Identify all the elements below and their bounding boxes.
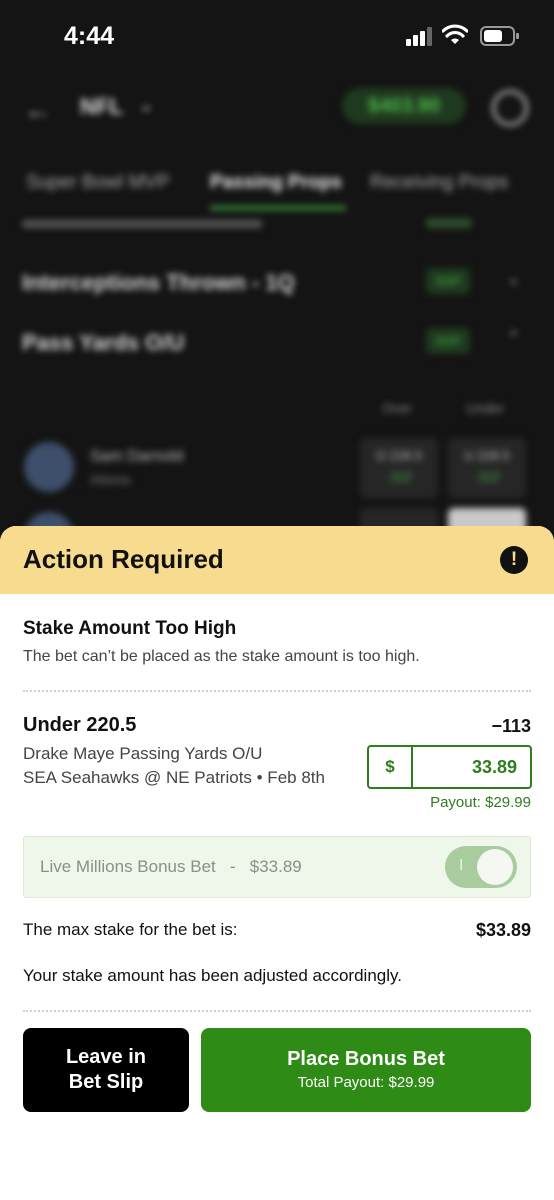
active-tab-underline <box>210 206 346 210</box>
stake-field[interactable]: $ <box>367 745 532 789</box>
market-title: Interceptions Thrown - 1Q <box>22 270 295 295</box>
tab-passing-props[interactable]: Passing Props <box>210 172 342 194</box>
leave-button-line2: Bet Slip <box>68 1071 144 1093</box>
column-header-over: Over <box>382 400 413 416</box>
bet-event: SEA Seahawks @ NE Patriots • Feb 8th <box>23 768 325 787</box>
error-title: Stake Amount Too High <box>23 618 237 639</box>
place-button-label: Place Bonus Bet <box>287 1048 445 1070</box>
over-odds-button[interactable]: O 228.5 -112 <box>360 438 438 498</box>
column-header-under: Under <box>466 400 505 416</box>
player-row: Sam Darnold Atlanta O 228.5 -112 U 228.5… <box>0 434 554 504</box>
sheet-title: Action Required <box>23 544 224 574</box>
place-bonus-bet-button[interactable]: Place Bonus Bet Total Payout: $29.99 <box>201 1028 531 1112</box>
market-row[interactable]: Interceptions Thrown - 1Q SGP ⌄ <box>0 260 554 308</box>
sgp-badge: SGP <box>426 328 470 354</box>
stake-input[interactable] <box>413 747 517 787</box>
background-app: 4:44 ← NFL ⌄ $403.90 Super Bowl MVP Pass… <box>0 0 554 560</box>
bonus-bet-toggle[interactable]: I <box>445 846 517 888</box>
divider <box>23 690 531 692</box>
bet-selection: Under 220.5 <box>23 714 137 736</box>
action-required-sheet: Action Required ! Stake Amount Too High … <box>0 526 554 1200</box>
market-title: Pass Yards O/U <box>22 330 185 355</box>
battery-icon <box>480 26 519 46</box>
chevron-up-icon: ⌃ <box>506 328 522 348</box>
tab-super-bowl-mvp[interactable]: Super Bowl MVP <box>26 172 170 194</box>
bet-market: Drake Maye Passing Yards O/U <box>23 744 263 763</box>
tab-receiving-props[interactable]: Receiving Props <box>370 172 508 194</box>
back-arrow-icon[interactable]: ← <box>24 94 52 126</box>
alert-icon: ! <box>500 546 528 574</box>
bet-odds: −113 <box>491 716 531 736</box>
error-description: The bet can’t be placed as the stake amo… <box>23 648 420 665</box>
under-line: U 228.5 <box>464 448 510 463</box>
leave-in-bet-slip-button[interactable]: Leave in Bet Slip <box>23 1028 189 1112</box>
partial-pill <box>426 218 472 228</box>
player-team: Atlanta <box>90 472 131 487</box>
leave-button-line1: Leave in <box>65 1046 147 1068</box>
max-stake-label: The max stake for the bet is: <box>23 920 238 939</box>
over-line: O 228.5 <box>375 448 423 463</box>
market-row[interactable]: Pass Yards O/U SGP ⌃ <box>0 320 554 368</box>
leave-button-label: Leave in Bet Slip <box>23 1045 189 1095</box>
league-selector[interactable]: NFL <box>80 94 123 120</box>
profile-icon[interactable] <box>492 90 528 126</box>
sheet-header: Action Required ! <box>0 526 554 594</box>
sgp-badge: SGP <box>426 268 470 294</box>
divider <box>23 1010 531 1012</box>
total-payout-label: Total Payout: $29.99 <box>297 1074 435 1091</box>
adjusted-message: Your stake amount has been adjusted acco… <box>23 966 402 985</box>
currency-symbol: $ <box>369 747 413 787</box>
bonus-bet-row: Live Millions Bonus Bet - $33.89 I <box>23 836 531 898</box>
max-stake-value: $33.89 <box>475 920 531 940</box>
partial-row <box>22 220 262 228</box>
player-name: Sam Darnold <box>90 448 184 465</box>
balance-pill[interactable]: $403.90 <box>342 88 466 124</box>
under-price: -112 <box>474 469 500 484</box>
status-bar: 4:44 <box>0 0 554 72</box>
status-time: 4:44 <box>64 22 115 50</box>
bonus-bet-label: Live Millions Bonus Bet - $33.89 <box>40 857 302 876</box>
toggle-knob <box>477 849 513 885</box>
signal-icon <box>406 27 432 46</box>
top-nav: ← NFL ⌄ $403.90 <box>0 86 554 126</box>
chevron-down-icon: ⌄ <box>506 268 522 288</box>
payout-text: Payout: $29.99 <box>430 794 531 811</box>
over-price: -112 <box>386 469 412 484</box>
player-avatar <box>24 442 74 492</box>
chevron-down-icon[interactable]: ⌄ <box>138 92 155 117</box>
under-odds-button[interactable]: U 228.5 -112 <box>448 438 526 498</box>
toggle-on-mark: I <box>459 857 464 874</box>
wifi-icon <box>442 24 468 44</box>
blurred-content: ← NFL ⌄ $403.90 Super Bowl MVP Passing P… <box>0 72 554 560</box>
